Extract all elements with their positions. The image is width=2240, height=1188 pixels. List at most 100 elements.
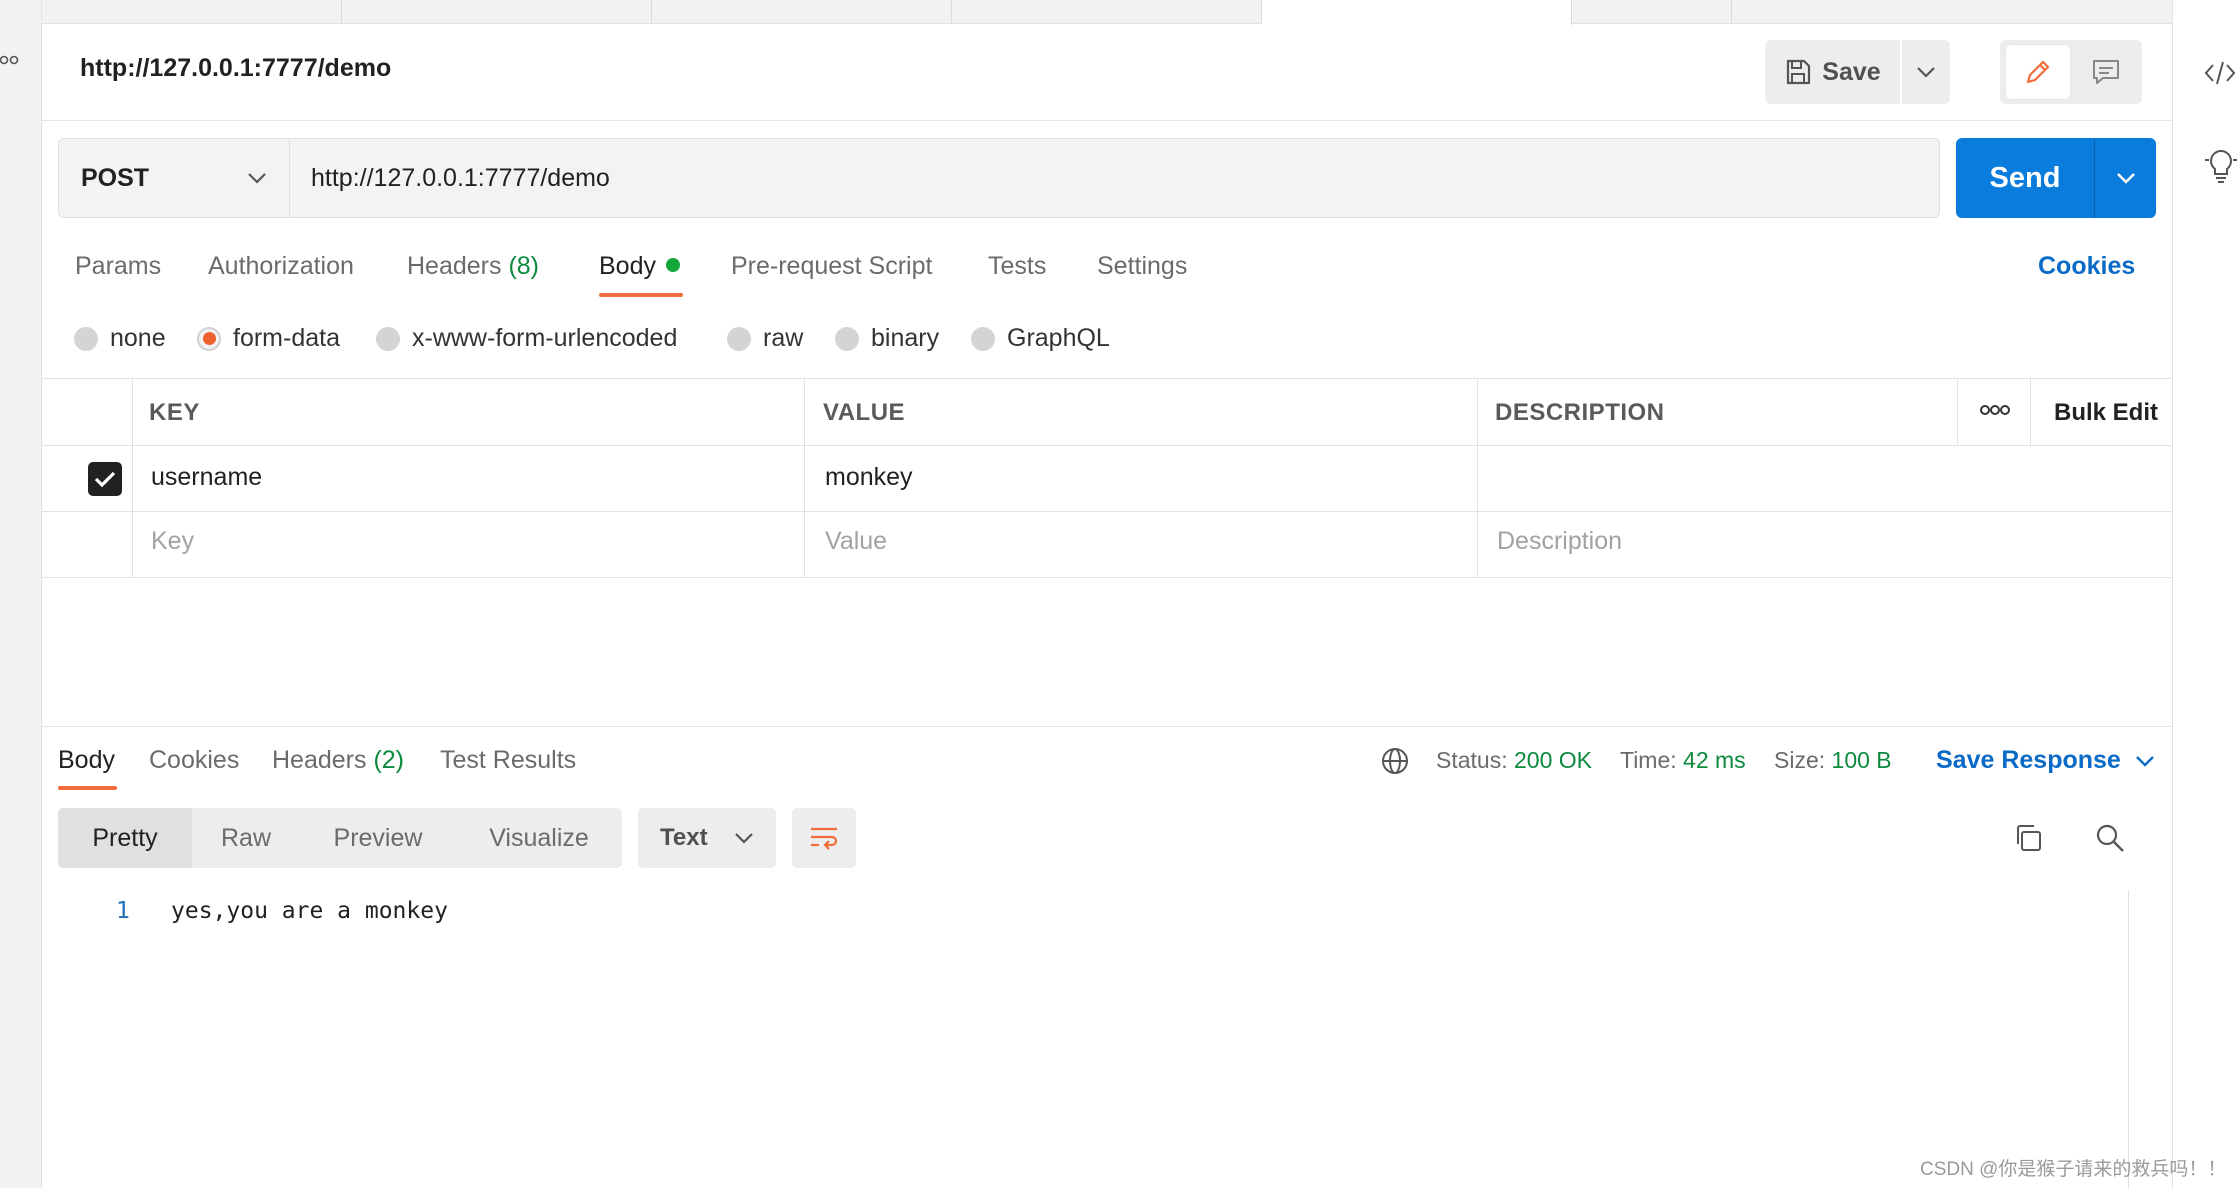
save-response-button[interactable]: Save Response xyxy=(1936,746,2155,775)
edit-mode-button[interactable] xyxy=(2006,45,2070,99)
right-sidebar xyxy=(2172,0,2240,1188)
tab-authorization[interactable]: Authorization xyxy=(208,252,354,281)
column-divider xyxy=(1477,379,1478,577)
tab-headers[interactable]: Headers (8) xyxy=(407,252,539,281)
column-divider xyxy=(1957,379,1958,445)
more-options-icon[interactable] xyxy=(1980,404,2010,416)
tab-item[interactable] xyxy=(652,0,952,24)
globe-icon[interactable] xyxy=(1380,746,1410,776)
tab-strip xyxy=(42,0,2172,25)
key-input-placeholder[interactable]: Key xyxy=(151,527,194,556)
send-button-group: Send xyxy=(1956,138,2156,218)
row-key-cell[interactable]: username xyxy=(151,463,262,492)
time-readout: Time: 42 ms xyxy=(1620,747,1746,774)
pencil-icon xyxy=(2026,60,2050,84)
view-visualize[interactable]: Visualize xyxy=(456,808,622,868)
response-headers-count: (2) xyxy=(373,746,405,774)
left-sidebar-strip xyxy=(0,0,42,1188)
radio-circle xyxy=(376,326,400,351)
search-icon[interactable] xyxy=(2094,822,2126,854)
chevron-down-icon xyxy=(2116,173,2135,184)
tab-params[interactable]: Params xyxy=(75,252,161,281)
request-title[interactable]: http://127.0.0.1:7777/demo xyxy=(80,54,391,83)
status-label: Status: xyxy=(1436,747,1508,773)
column-divider xyxy=(804,379,805,577)
value-input-placeholder[interactable]: Value xyxy=(825,527,887,556)
response-body-line[interactable]: yes,you are a monkey xyxy=(171,898,448,924)
view-raw[interactable]: Raw xyxy=(192,808,300,868)
radio-x-www-form-urlencoded[interactable]: x-www-form-urlencoded xyxy=(376,324,677,353)
response-format-select[interactable]: Text xyxy=(638,808,776,868)
response-tab-test-results[interactable]: Test Results xyxy=(440,746,576,775)
radio-circle xyxy=(835,326,859,351)
line-number: 1 xyxy=(116,898,130,924)
method-select[interactable]: POST xyxy=(59,139,290,217)
radio-circle xyxy=(727,326,751,351)
chevron-down-icon xyxy=(2135,755,2154,767)
lightbulb-icon[interactable] xyxy=(2203,146,2239,186)
tab-prerequest-script[interactable]: Pre-request Script xyxy=(731,252,932,281)
bulk-edit-button[interactable]: Bulk Edit xyxy=(2054,399,2158,427)
tab-body[interactable]: Body xyxy=(599,252,680,281)
size-value: 100 B xyxy=(1831,747,1892,773)
size-readout: Size: 100 B xyxy=(1774,747,1892,774)
radio-binary[interactable]: binary xyxy=(835,324,939,353)
radio-graphql[interactable]: GraphQL xyxy=(971,324,1110,353)
radio-label: raw xyxy=(763,324,804,352)
radio-form-data[interactable]: form-data xyxy=(197,324,340,353)
copy-icon[interactable] xyxy=(2012,822,2044,854)
tab-item[interactable] xyxy=(1572,0,1732,24)
wrap-lines-button[interactable] xyxy=(792,808,856,868)
form-data-table: KEY VALUE DESCRIPTION Bulk Edit username… xyxy=(42,378,2172,578)
code-icon[interactable] xyxy=(2203,58,2237,88)
radio-raw[interactable]: raw xyxy=(727,324,803,353)
comment-icon xyxy=(2093,60,2119,84)
send-options-button[interactable] xyxy=(2094,138,2156,218)
description-input-placeholder[interactable]: Description xyxy=(1497,527,1622,556)
tab-item-active[interactable] xyxy=(1262,0,1572,25)
watermark: CSDN @你是猴子请来的救兵吗！！ xyxy=(1920,1159,2227,1180)
radio-label: none xyxy=(110,324,166,352)
tab-item[interactable] xyxy=(342,0,652,24)
column-header-description: DESCRIPTION xyxy=(1495,399,1665,426)
response-tab-body[interactable]: Body xyxy=(58,746,115,775)
more-icon[interactable] xyxy=(0,54,20,66)
cookies-link[interactable]: Cookies xyxy=(2038,252,2135,281)
checkmark-icon xyxy=(94,471,116,488)
response-tab-headers[interactable]: Headers (2) xyxy=(272,746,404,775)
tab-headers-count: (8) xyxy=(508,252,540,280)
radio-label: GraphQL xyxy=(1007,324,1110,352)
chevron-down-icon xyxy=(248,173,266,184)
radio-circle xyxy=(971,326,995,351)
column-header-key: KEY xyxy=(149,399,200,426)
save-button[interactable]: Save xyxy=(1765,40,1900,104)
scrollbar-track[interactable] xyxy=(2128,890,2129,1188)
view-pretty[interactable]: Pretty xyxy=(58,808,192,868)
column-divider xyxy=(2030,379,2031,445)
tab-item[interactable] xyxy=(42,0,342,24)
url-input[interactable] xyxy=(291,139,1931,217)
send-button[interactable]: Send xyxy=(1956,138,2094,218)
tab-headers-label: Headers xyxy=(407,252,502,280)
view-preview[interactable]: Preview xyxy=(300,808,456,868)
save-response-label: Save Response xyxy=(1936,746,2121,774)
tab-tests[interactable]: Tests xyxy=(988,252,1046,281)
save-options-button[interactable] xyxy=(1900,40,1950,104)
comments-mode-button[interactable] xyxy=(2076,45,2136,99)
tab-body-label: Body xyxy=(599,252,656,280)
row-checkbox[interactable] xyxy=(88,462,122,496)
save-icon xyxy=(1787,59,1811,85)
response-headers-label: Headers xyxy=(272,746,367,774)
response-tab-cookies[interactable]: Cookies xyxy=(149,746,239,775)
radio-none[interactable]: none xyxy=(74,324,166,353)
active-tab-indicator xyxy=(599,293,683,297)
radio-label: form-data xyxy=(233,324,340,352)
tab-item[interactable] xyxy=(952,0,1262,24)
status-readout: Status: 200 OK xyxy=(1436,747,1592,774)
tab-settings[interactable]: Settings xyxy=(1097,252,1187,281)
row-value-cell[interactable]: monkey xyxy=(825,463,913,492)
response-divider[interactable] xyxy=(42,726,2172,727)
chevron-down-icon xyxy=(735,833,753,844)
radio-circle xyxy=(74,326,98,351)
chevron-down-icon xyxy=(1917,67,1935,78)
